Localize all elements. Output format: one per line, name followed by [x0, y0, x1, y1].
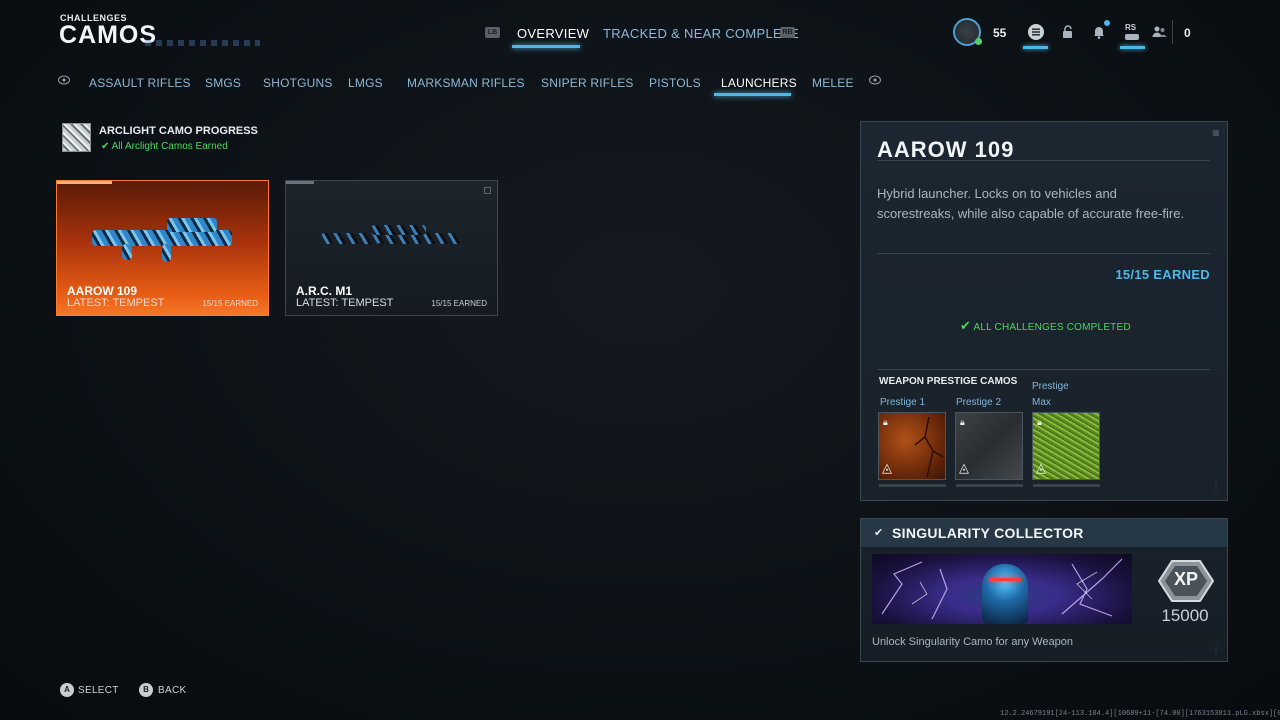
singularity-figure [982, 564, 1028, 624]
lock-icon: 🔒︎ [1037, 417, 1042, 427]
prestige-2-camo-tile[interactable]: 🔒︎ ◬ [955, 412, 1023, 480]
weapon-latest-camo: LATEST: TEMPEST [296, 297, 394, 309]
xp-badge-icon: XP [1157, 560, 1215, 602]
prestige-1-progress [879, 484, 946, 487]
aarow-109-image [92, 216, 237, 266]
tab-lmgs[interactable]: LMGS [348, 76, 383, 90]
prestige-max-camo-tile[interactable]: 🔒︎ ◬ [1032, 412, 1100, 480]
next-category-icon[interactable] [869, 75, 881, 88]
tab-smgs[interactable]: SMGS [205, 76, 241, 90]
tab-launchers-underline [714, 93, 791, 96]
tab-overview[interactable]: OVERVIEW [517, 26, 589, 41]
divider [877, 369, 1210, 370]
prestige-max-progress [1033, 484, 1100, 487]
detail-description: Hybrid launcher. Locks on to vehicles an… [877, 186, 1185, 221]
tab-marksman-rifles[interactable]: MARKSMAN RIFLES [407, 76, 525, 90]
select-prompt[interactable]: SELECT [78, 685, 119, 696]
friends-icon[interactable] [1148, 21, 1170, 43]
arclight-progress-title: ARCLIGHT CAMO PROGRESS [99, 125, 258, 137]
weapon-card-arc-m1[interactable]: A.R.C. M1 LATEST: TEMPEST 15/15 EARNED [285, 180, 498, 316]
singularity-description: Unlock Singularity Camo for any Weapon [872, 636, 1073, 648]
tab-melee[interactable]: MELEE [812, 76, 854, 90]
arc-m1-image [321, 221, 466, 261]
prestige-2-progress [956, 484, 1023, 487]
challenges-complete-text: ALL CHALLENGES COMPLETED [973, 322, 1131, 333]
xp-badge-label: XP [1173, 569, 1198, 589]
prestige-emblem-icon: ◬ [959, 460, 969, 475]
tab-pistols[interactable]: PISTOLS [649, 76, 701, 90]
tab-tracked-near-complete[interactable]: TRACKED & NEAR COMPLETE [603, 26, 799, 41]
divider [877, 253, 1210, 254]
prestige-1-label: Prestige 1 [880, 397, 926, 408]
singularity-visor [989, 578, 1021, 581]
party-active-glow [1120, 46, 1145, 49]
checkmark-icon: ✔ [874, 527, 884, 539]
prestige-1-camo-tile[interactable]: 🔒︎ ◬ [878, 412, 946, 480]
player-rank: 55 [993, 26, 1007, 40]
card-corner-marker [484, 187, 491, 194]
prev-category-icon[interactable] [58, 75, 70, 88]
unlock-icon[interactable] [1057, 21, 1079, 43]
page-title: CAMOS [59, 21, 158, 49]
tab-assault-rifles[interactable]: ASSAULT RIFLES [89, 76, 191, 90]
checkmark-icon: ✔ [960, 318, 972, 333]
back-prompt[interactable]: BACK [158, 685, 186, 696]
panel-corner-icon: ▦ [1212, 128, 1220, 137]
arclight-status: ✔ All Arclight Camos Earned [101, 141, 228, 152]
friends-online-count: 0 [1184, 26, 1191, 40]
panel-corner-icon: ⋮ [1212, 482, 1220, 491]
weapon-card-aarow-109[interactable]: AAROW 109 LATEST: TEMPEST 15/15 EARNED [56, 180, 269, 316]
rb-bumper-icon[interactable]: RB [780, 27, 795, 38]
menu-active-glow [1023, 46, 1048, 49]
a-button-icon[interactable]: A [60, 683, 74, 697]
challenges-complete-status: ✔ ALL CHALLENGES COMPLETED [960, 318, 1131, 334]
checkmark-icon: ✔ [101, 141, 110, 152]
detail-earned: 15/15 EARNED [1115, 267, 1210, 282]
arclight-camo-thumbnail [62, 123, 91, 152]
online-status-icon [975, 38, 982, 45]
header-decoration [145, 40, 260, 46]
weapon-latest-camo: LATEST: TEMPEST [67, 297, 165, 309]
weapon-name: A.R.C. M1 [296, 284, 353, 298]
tab-launchers[interactable]: LAUNCHERS [721, 76, 797, 90]
party-icon[interactable] [1121, 26, 1143, 48]
tab-shotguns[interactable]: SHOTGUNS [263, 76, 333, 90]
singularity-calling-card-image [872, 554, 1132, 624]
panel-corner-icon: ⋮ [1212, 645, 1220, 654]
tab-overview-underline [512, 45, 580, 48]
prestige-emblem-icon: ◬ [882, 460, 892, 475]
status-divider [1172, 20, 1173, 44]
card-progress-bar [57, 181, 112, 184]
lock-icon: 🔒︎ [960, 417, 965, 427]
b-button-icon[interactable]: B [139, 683, 153, 697]
weapon-earned: 15/15 EARNED [202, 299, 258, 308]
build-version-string: 12.2.24679191[24-113.104.4][10689+11-[74… [1000, 710, 1280, 718]
prestige-max-label: Prestige [1032, 381, 1069, 392]
tab-sniper-rifles[interactable]: SNIPER RIFLES [541, 76, 634, 90]
prestige-camos-heading: WEAPON PRESTIGE CAMOS [879, 376, 1018, 387]
prestige-emblem-icon: ◬ [1036, 460, 1046, 475]
card-progress-bar [286, 181, 314, 184]
lock-icon: 🔒︎ [883, 417, 888, 427]
notification-dot-icon [1104, 20, 1110, 26]
menu-icon[interactable] [1025, 21, 1047, 43]
divider [877, 160, 1210, 161]
xp-reward-value: 15000 [1161, 606, 1209, 625]
prestige-2-label: Prestige 2 [956, 397, 1002, 408]
weapon-earned: 15/15 EARNED [431, 299, 487, 308]
singularity-title: SINGULARITY COLLECTOR [892, 525, 1084, 541]
weapon-name: AAROW 109 [67, 284, 138, 298]
arclight-status-text: All Arclight Camos Earned [111, 141, 228, 152]
lb-bumper-icon[interactable]: LB [485, 27, 500, 38]
prestige-max-label-2: Max [1032, 397, 1051, 408]
